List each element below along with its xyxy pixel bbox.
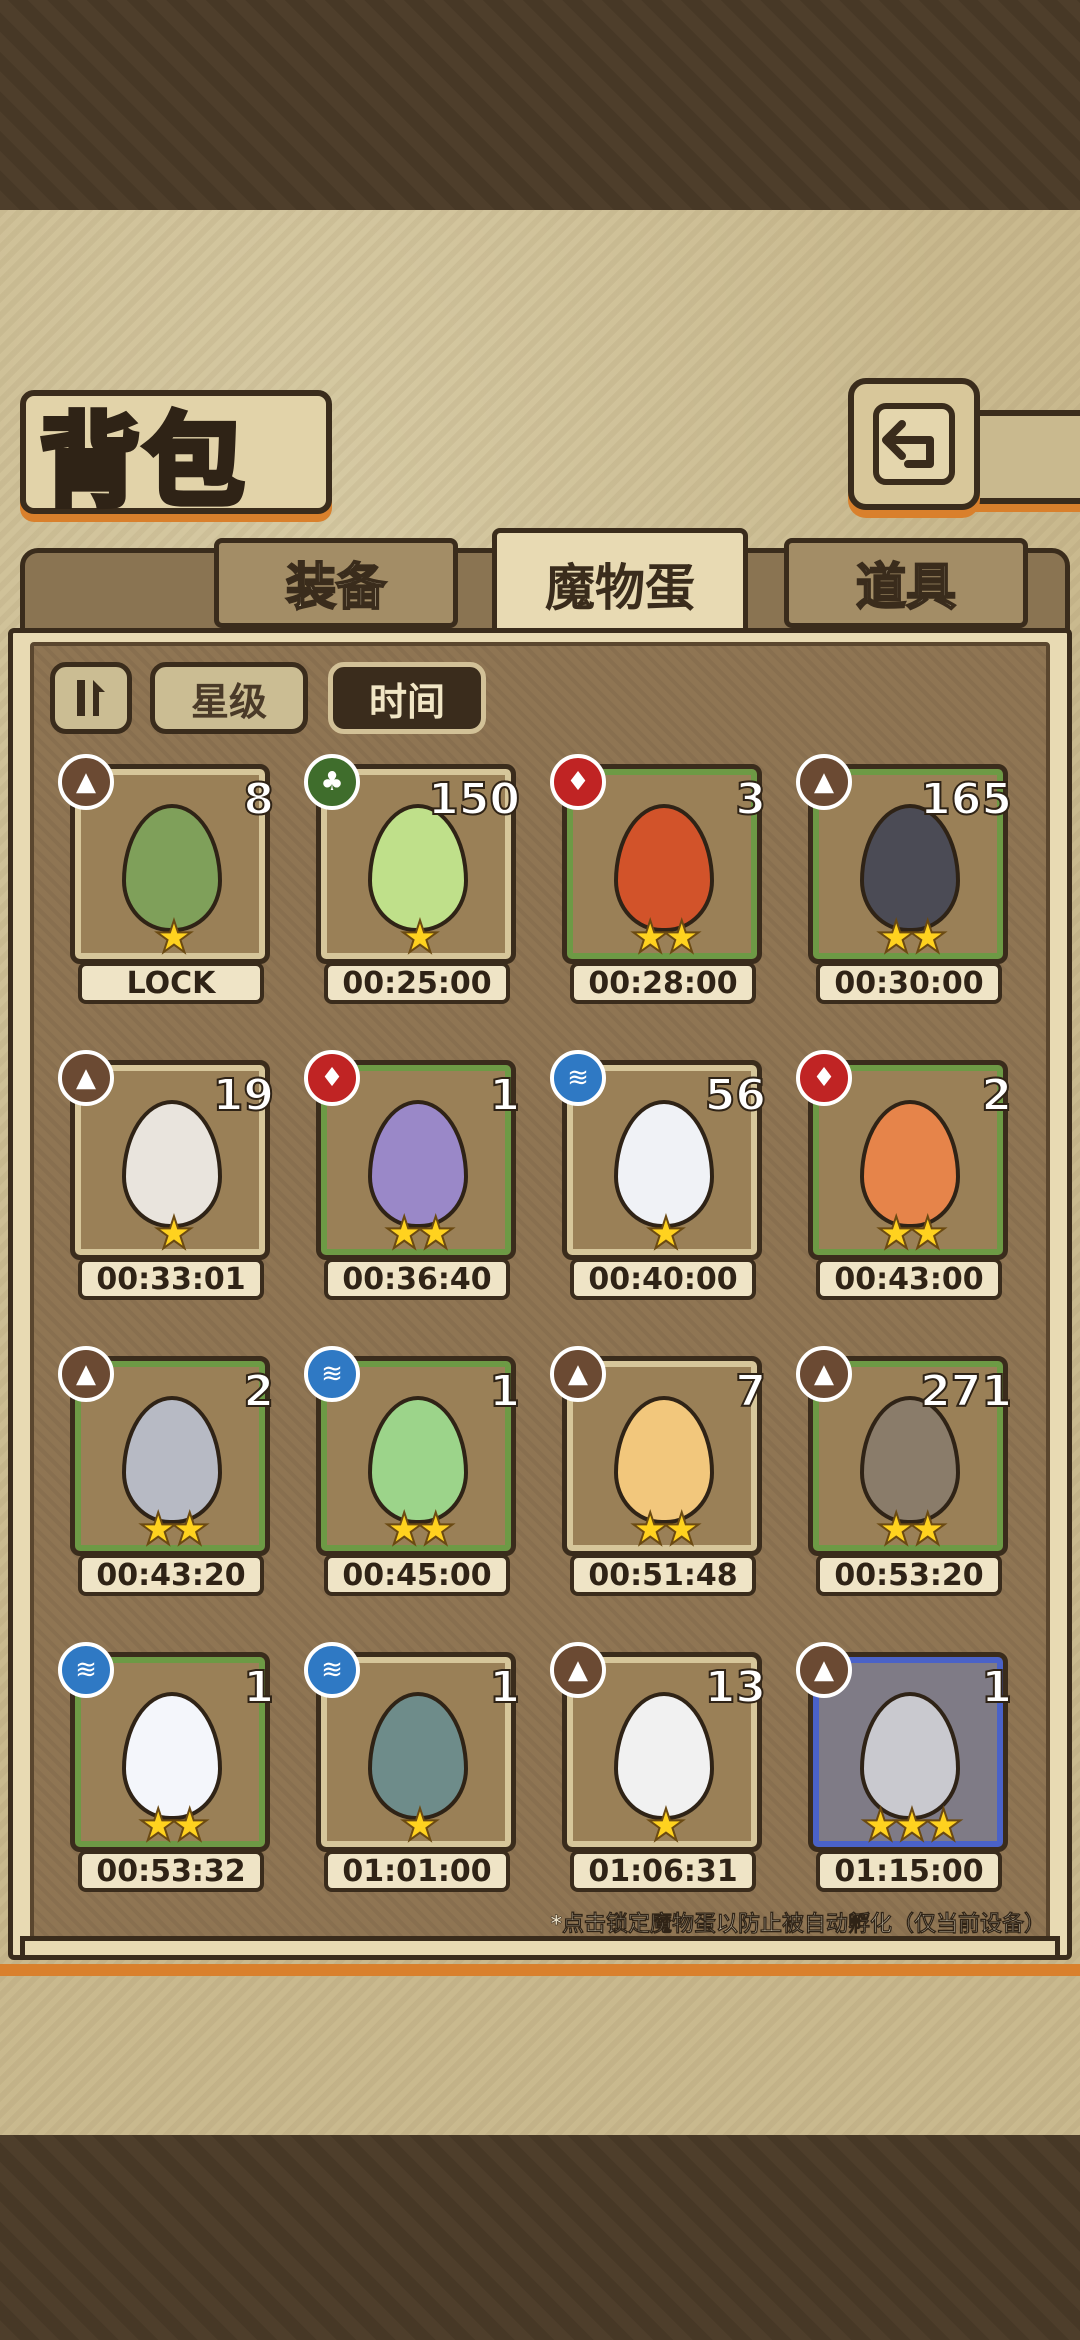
water-element-icon: ≋ [304,1346,360,1402]
egg-count: 2 [980,1069,1013,1122]
earth-element-icon: ▲ [550,1346,606,1402]
egg-card[interactable]: ▲ 1 ★★★ 01:15:00 [796,1642,1018,1902]
egg-card[interactable]: ♦ 3 ★★ 00:28:00 [550,754,772,1014]
egg-count: 1 [980,1661,1013,1714]
egg-count: 3 [734,773,767,826]
earth-element-icon: ▲ [796,754,852,810]
egg-card[interactable]: ▲ 165 ★★ 00:30:00 [796,754,1018,1014]
hatch-timer: 00:36:40 [324,1258,510,1300]
star-rating-icon: ★★ [876,1207,949,1260]
egg-count: 19 [212,1069,275,1122]
earth-element-icon: ▲ [550,1642,606,1698]
star-rating-icon: ★ [645,1799,686,1852]
egg-card[interactable]: ▲ 2 ★★ 00:43:20 [58,1346,280,1606]
star-rating-icon: ★★ [138,1799,211,1852]
hatch-timer: 00:45:00 [324,1554,510,1596]
egg-card[interactable]: ♦ 1 ★★ 00:36:40 [304,1050,526,1310]
sort-by-time-button[interactable]: 时间 [328,662,486,734]
hatch-timer: 00:53:20 [816,1554,1002,1596]
egg-card[interactable]: ▲ 7 ★★ 00:51:48 [550,1346,772,1606]
star-rating-icon: ★★ [384,1503,457,1556]
bottom-band [0,2135,1080,2340]
top-band [0,0,1080,210]
hatch-timer: 00:53:32 [78,1850,264,1892]
fire-element-icon: ♦ [796,1050,852,1106]
earth-element-icon: ▲ [58,1346,114,1402]
egg-count: 2 [242,1365,275,1418]
egg-card[interactable]: ▲ 13 ★ 01:06:31 [550,1642,772,1902]
sort-by-star-button[interactable]: 星级 [150,662,308,734]
egg-count: 1 [488,1069,521,1122]
hatch-timer: 00:28:00 [570,962,756,1004]
earth-element-icon: ▲ [796,1346,852,1402]
tab-equipment[interactable]: 装备 [214,538,458,628]
hatch-timer: 00:43:20 [78,1554,264,1596]
star-rating-icon: ★★ [630,911,703,964]
egg-count: 1 [488,1661,521,1714]
star-rating-icon: ★ [153,1207,194,1260]
back-button[interactable] [848,378,980,510]
star-rating-icon: ★★ [876,911,949,964]
hatch-timer: 01:01:00 [324,1850,510,1892]
hatch-timer: 00:30:00 [816,962,1002,1004]
hatch-timer: 00:40:00 [570,1258,756,1300]
hatch-timer: LOCK [78,962,264,1004]
star-rating-icon: ★★ [384,1207,457,1260]
tab-monster-eggs[interactable]: 魔物蛋 [492,528,748,635]
egg-card[interactable]: ♣ 150 ★ 00:25:00 [304,754,526,1014]
egg-count: 56 [704,1069,767,1122]
orange-trim [0,1964,1080,1976]
star-rating-icon: ★ [399,1799,440,1852]
egg-card[interactable]: ≋ 1 ★★ 00:53:32 [58,1642,280,1902]
egg-count: 7 [734,1365,767,1418]
egg-card[interactable]: ♦ 2 ★★ 00:43:00 [796,1050,1018,1310]
earth-element-icon: ▲ [796,1642,852,1698]
egg-count: 13 [704,1661,767,1714]
star-rating-icon: ★ [399,911,440,964]
earth-element-icon: ▲ [58,754,114,810]
egg-card[interactable]: ≋ 1 ★★ 00:45:00 [304,1346,526,1606]
earth-element-icon: ▲ [58,1050,114,1106]
tab-items[interactable]: 道具 [784,538,1028,628]
fire-element-icon: ♦ [550,754,606,810]
star-rating-icon: ★★ [138,1503,211,1556]
egg-card[interactable]: ≋ 56 ★ 00:40:00 [550,1050,772,1310]
lock-hint: *点击锁定魔物蛋以防止被自动孵化（仅当前设备） [550,1912,1046,1938]
page-title: 背包 [37,399,248,523]
hatch-timer: 00:51:48 [570,1554,756,1596]
water-element-icon: ≋ [550,1050,606,1106]
egg-card[interactable]: ▲ 271 ★★ 00:53:20 [796,1346,1018,1606]
star-rating-icon: ★★ [630,1503,703,1556]
egg-count: 271 [919,1365,1013,1418]
egg-card[interactable]: ≋ 1 ★ 01:01:00 [304,1642,526,1902]
hatch-timer: 01:15:00 [816,1850,1002,1892]
star-rating-icon: ★★ [876,1503,949,1556]
back-arrow-icon [873,403,955,485]
egg-count: 1 [242,1661,275,1714]
star-rating-icon: ★ [645,1207,686,1260]
water-element-icon: ≋ [58,1642,114,1698]
hatch-timer: 00:43:00 [816,1258,1002,1300]
plant-element-icon: ♣ [304,754,360,810]
star-rating-icon: ★ [153,911,194,964]
egg-count: 165 [919,773,1013,826]
egg-card[interactable]: ▲ 19 ★ 00:33:01 [58,1050,280,1310]
egg-card[interactable]: ▲ 8 ★ LOCK [58,754,280,1014]
sort-order-icon [77,680,105,716]
hatch-timer: 01:06:31 [570,1850,756,1892]
sort-toggle-button[interactable] [50,662,132,734]
water-element-icon: ≋ [304,1642,360,1698]
fire-element-icon: ♦ [304,1050,360,1106]
egg-count: 150 [427,773,521,826]
egg-count: 1 [488,1365,521,1418]
egg-count: 8 [242,773,275,826]
star-rating-icon: ★★★ [860,1799,964,1852]
hatch-timer: 00:33:01 [78,1258,264,1300]
hatch-timer: 00:25:00 [324,962,510,1004]
frame-bottom-bar [20,1936,1060,1960]
